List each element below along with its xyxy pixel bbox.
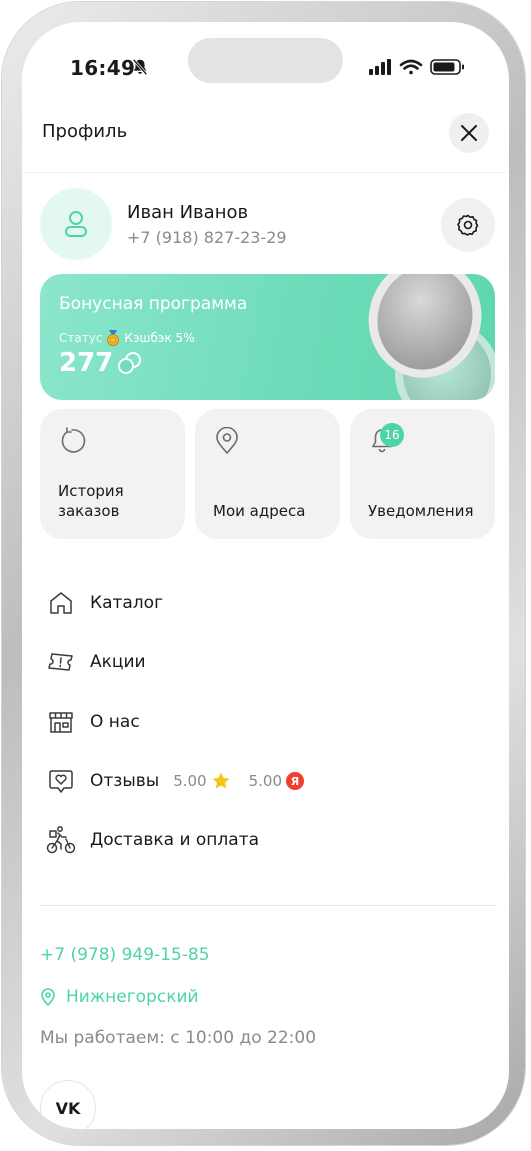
screen: 16:49 Профиль Иван Иванов +7 (918) 827-2… [22, 22, 509, 1129]
home-icon [46, 588, 76, 618]
tile-order-history[interactable]: История заказов [40, 409, 185, 539]
gear-icon [457, 214, 479, 236]
avatar[interactable] [40, 188, 112, 260]
heart-chat-icon [46, 766, 76, 796]
ticket-icon [46, 647, 76, 677]
vk-button[interactable]: VK [40, 1080, 96, 1129]
menu-item-about-label: О нас [90, 712, 140, 732]
tile-order-history-label: История заказов [58, 481, 124, 521]
courier-bike-icon [46, 825, 76, 855]
menu-item-delivery-label: Доставка и оплата [90, 830, 260, 850]
tile-order-history-line1: История [58, 482, 124, 500]
notification-badge: 16 [380, 423, 404, 447]
close-icon [461, 125, 477, 141]
location-pin-icon [216, 427, 238, 454]
store-icon [46, 707, 76, 737]
history-icon [61, 427, 86, 453]
bonus-points: 277 [59, 348, 114, 378]
tile-notifications[interactable]: 16 Уведомления [350, 409, 495, 539]
city-selector[interactable]: Нижнегорский [40, 987, 199, 1007]
header-divider [22, 172, 509, 173]
contact-phone-link[interactable]: +7 (978) 949-15-85 [40, 945, 210, 965]
star-icon [212, 772, 230, 789]
working-hours: Мы работаем: с 10:00 до 22:00 [40, 1028, 317, 1048]
tile-my-addresses-label: Мои адреса [213, 502, 306, 520]
bonus-status-label: Статус [59, 331, 103, 345]
battery-icon [430, 59, 464, 75]
tile-order-history-line2: заказов [58, 502, 120, 520]
wifi-icon [399, 59, 423, 75]
rating-yandex-value: 5.00 [248, 772, 282, 790]
settings-button[interactable] [441, 198, 495, 252]
user-icon [65, 211, 87, 237]
menu-item-catalog[interactable]: Каталог [46, 583, 163, 623]
user-name: Иван Иванов [127, 202, 249, 223]
location-pin-icon [41, 988, 55, 1006]
rating-yandex: 5.00 Я [249, 772, 304, 790]
close-button[interactable] [449, 113, 489, 153]
yandex-icon: Я [286, 772, 304, 790]
menu-item-about[interactable]: О нас [46, 702, 140, 742]
footer-divider [40, 905, 496, 906]
bonus-title: Бонусная программа [59, 294, 248, 314]
bell-off-icon [132, 58, 148, 76]
rating-stars-value: 5.00 [173, 772, 207, 790]
status-time: 16:49 [70, 56, 136, 80]
bonus-status-value: Кэшбэк 5% [124, 331, 195, 345]
vk-icon: VK [56, 1099, 81, 1117]
coins-icon [118, 352, 142, 374]
bonus-points-row: 277 [59, 348, 143, 378]
tile-my-addresses[interactable]: Мои адреса [195, 409, 340, 539]
menu-item-catalog-label: Каталог [90, 593, 164, 613]
menu-item-promotions-label: Акции [90, 652, 146, 672]
medal-icon [107, 330, 120, 346]
menu-item-delivery[interactable]: Доставка и оплата [46, 820, 259, 860]
city-name: Нижнегорский [66, 987, 199, 1007]
signal-icon [369, 59, 391, 75]
rating-stars: 5.00 [173, 771, 230, 791]
bonus-program-card[interactable]: Бонусная программа Статус Кэшбэк 5% 277 [40, 274, 495, 400]
status-icons [369, 59, 464, 75]
coins-illustration [368, 274, 495, 400]
tile-notifications-label: Уведомления [368, 502, 474, 520]
menu-item-reviews[interactable]: Отзывы 5.00 5.00 Я [46, 761, 304, 801]
svg-text:VK: VK [56, 1099, 81, 1117]
menu-item-promotions[interactable]: Акции [46, 642, 146, 682]
page-title: Профиль [42, 121, 128, 142]
menu-item-reviews-label: Отзывы [90, 771, 160, 791]
user-phone: +7 (918) 827-23-29 [127, 228, 287, 247]
dynamic-island [188, 38, 343, 83]
bonus-status: Статус Кэшбэк 5% [59, 330, 195, 346]
